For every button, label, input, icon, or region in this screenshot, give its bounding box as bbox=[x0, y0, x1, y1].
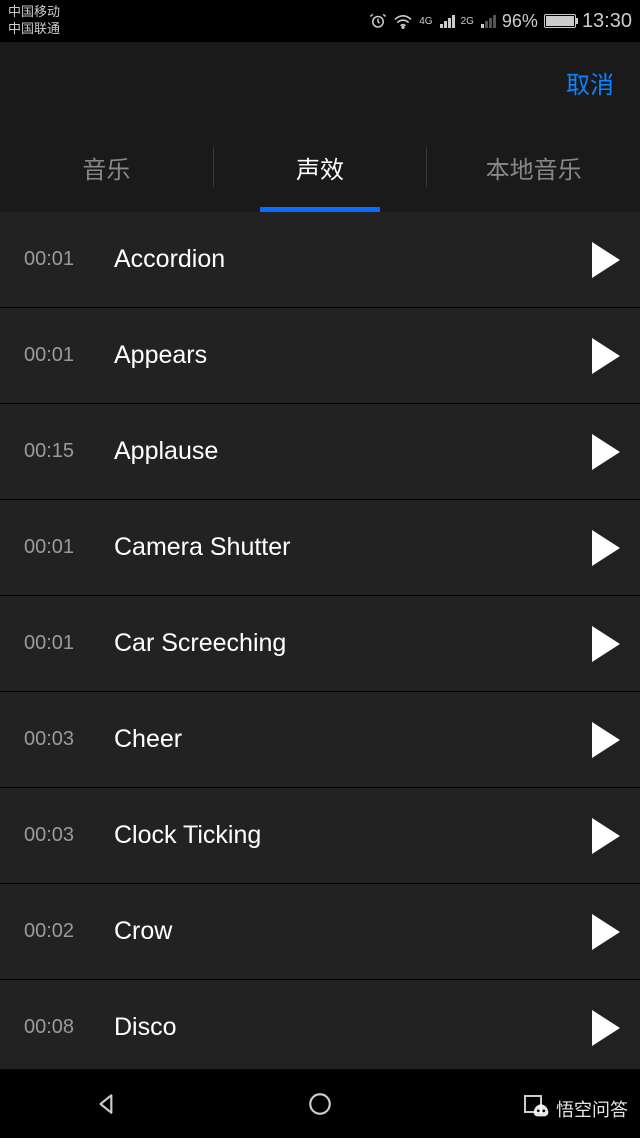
item-duration: 00:01 bbox=[24, 536, 114, 559]
alarm-icon bbox=[369, 12, 387, 30]
play-icon[interactable] bbox=[592, 722, 620, 758]
play-icon[interactable] bbox=[592, 914, 620, 950]
status-indicators: 4G 2G 96% 13:30 bbox=[369, 10, 632, 33]
item-title: Disco bbox=[114, 1013, 592, 1042]
signal-1-icon bbox=[440, 14, 455, 28]
nav-home-button[interactable] bbox=[260, 1069, 380, 1138]
list-item[interactable]: 00:02 Crow bbox=[0, 884, 640, 980]
play-icon[interactable] bbox=[592, 626, 620, 662]
nav-back-button[interactable] bbox=[47, 1069, 167, 1138]
list-item[interactable]: 00:08 Disco bbox=[0, 980, 640, 1076]
item-title: Cheer bbox=[114, 725, 592, 754]
cancel-button[interactable]: 取消 bbox=[566, 65, 614, 100]
item-title: Appears bbox=[114, 341, 592, 370]
item-title: Crow bbox=[114, 917, 592, 946]
item-duration: 00:03 bbox=[24, 824, 114, 847]
tab-local-music[interactable]: 本地音乐 bbox=[427, 122, 640, 212]
signal-2-icon bbox=[481, 14, 496, 28]
play-icon[interactable] bbox=[592, 1010, 620, 1046]
play-icon[interactable] bbox=[592, 242, 620, 278]
item-duration: 00:15 bbox=[24, 440, 114, 463]
item-duration: 00:02 bbox=[24, 920, 114, 943]
wifi-icon bbox=[393, 13, 413, 29]
play-icon[interactable] bbox=[592, 530, 620, 566]
list-item[interactable]: 00:15 Applause bbox=[0, 404, 640, 500]
item-title: Applause bbox=[114, 437, 592, 466]
tab-label: 声效 bbox=[296, 150, 344, 185]
status-bar: 中国移动 中国联通 4G 2G 96% 13:30 bbox=[0, 0, 640, 42]
tab-bar: 音乐 声效 本地音乐 bbox=[0, 122, 640, 212]
play-icon[interactable] bbox=[592, 434, 620, 470]
item-duration: 00:01 bbox=[24, 632, 114, 655]
battery-percent: 96% bbox=[502, 11, 538, 32]
tab-label: 音乐 bbox=[82, 150, 130, 185]
item-title: Car Screeching bbox=[114, 629, 592, 658]
list-item[interactable]: 00:03 Cheer bbox=[0, 692, 640, 788]
tab-label: 本地音乐 bbox=[486, 150, 582, 185]
list-item[interactable]: 00:01 Camera Shutter bbox=[0, 500, 640, 596]
item-title: Clock Ticking bbox=[114, 821, 592, 850]
status-time: 13:30 bbox=[582, 10, 632, 33]
list-item[interactable]: 00:03 Clock Ticking bbox=[0, 788, 640, 884]
item-duration: 00:03 bbox=[24, 728, 114, 751]
list-item[interactable]: 00:01 Accordion bbox=[0, 212, 640, 308]
tab-sound-effects[interactable]: 声效 bbox=[214, 122, 427, 212]
signal-1-label: 4G bbox=[419, 16, 432, 27]
android-nav-bar: 悟空问答 bbox=[0, 1068, 640, 1138]
item-duration: 00:08 bbox=[24, 1016, 114, 1039]
item-duration: 00:01 bbox=[24, 344, 114, 367]
carrier-1: 中国移动 bbox=[8, 4, 60, 21]
signal-2-label: 2G bbox=[461, 16, 474, 27]
item-title: Accordion bbox=[114, 245, 592, 274]
play-icon[interactable] bbox=[592, 818, 620, 854]
item-duration: 00:01 bbox=[24, 248, 114, 271]
watermark: 悟空问答 bbox=[530, 1096, 628, 1122]
status-carriers: 中国移动 中国联通 bbox=[8, 4, 60, 38]
play-icon[interactable] bbox=[592, 338, 620, 374]
header: 取消 bbox=[0, 42, 640, 122]
carrier-2: 中国联通 bbox=[8, 21, 60, 38]
list-item[interactable]: 00:01 Car Screeching bbox=[0, 596, 640, 692]
sound-list: 00:01 Accordion 00:01 Appears 00:15 Appl… bbox=[0, 212, 640, 1076]
item-title: Camera Shutter bbox=[114, 533, 592, 562]
list-item[interactable]: 00:01 Appears bbox=[0, 308, 640, 404]
watermark-text: 悟空问答 bbox=[556, 1096, 628, 1122]
tab-music[interactable]: 音乐 bbox=[0, 122, 213, 212]
battery-icon bbox=[544, 14, 576, 28]
